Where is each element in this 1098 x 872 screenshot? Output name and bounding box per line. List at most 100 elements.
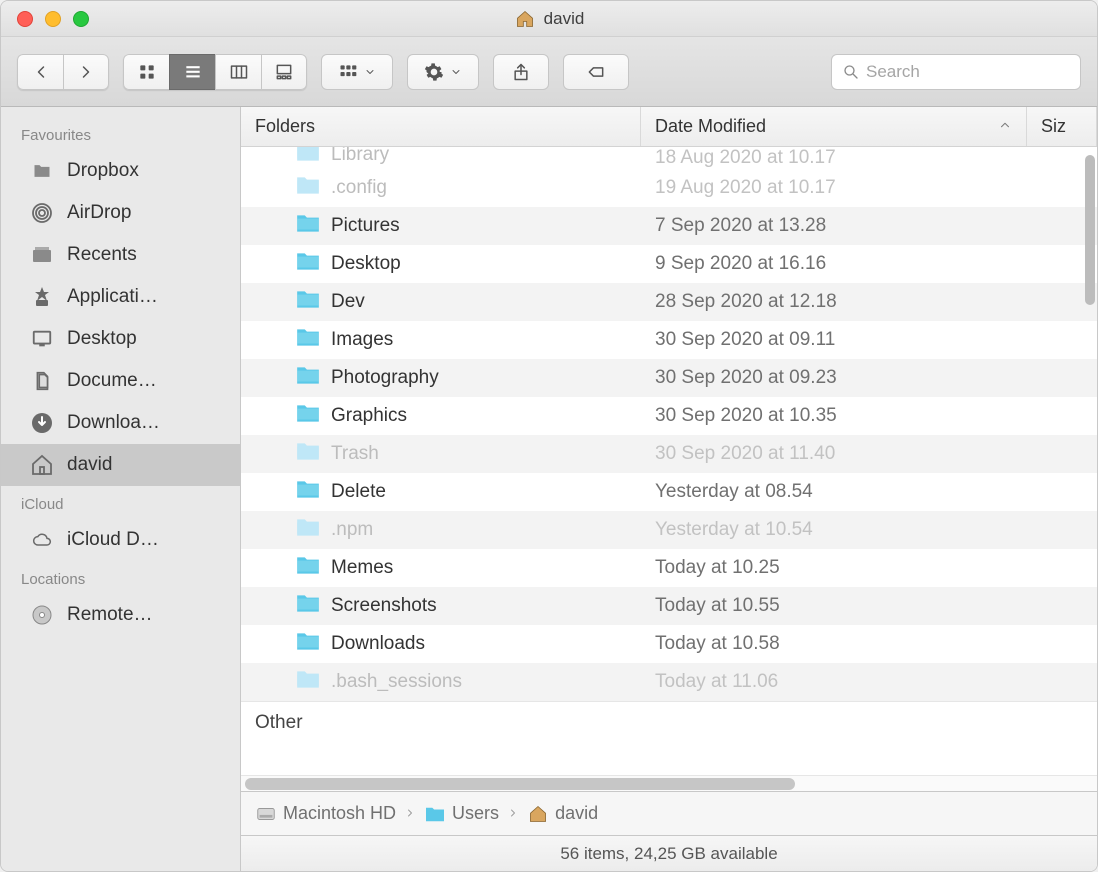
sidebar-item-dropbox[interactable]: Dropbox bbox=[1, 150, 240, 192]
cloud-icon bbox=[29, 527, 55, 553]
tags-button[interactable] bbox=[563, 54, 629, 90]
sidebar-section-label: iCloud bbox=[1, 486, 240, 519]
icon-view-button[interactable] bbox=[123, 54, 169, 90]
column-header-folders[interactable]: Folders bbox=[241, 107, 641, 146]
file-row[interactable]: .config19 Aug 2020 at 10.17 bbox=[241, 169, 1097, 207]
home-icon bbox=[29, 452, 55, 478]
file-name: Photography bbox=[331, 367, 439, 389]
file-row[interactable]: DeleteYesterday at 08.54 bbox=[241, 473, 1097, 511]
file-name: Memes bbox=[331, 557, 393, 579]
sidebar-item-label: Remote… bbox=[67, 604, 153, 626]
column-header-date-modified[interactable]: Date Modified bbox=[641, 107, 1027, 146]
path-label: Users bbox=[452, 803, 499, 824]
file-row[interactable]: ScreenshotsToday at 10.55 bbox=[241, 587, 1097, 625]
group-header: Other bbox=[241, 701, 1097, 740]
folder-icon bbox=[295, 174, 321, 202]
sidebar-item-label: david bbox=[67, 454, 112, 476]
file-name: Dev bbox=[331, 291, 365, 313]
sidebar-item-david[interactable]: david bbox=[1, 444, 240, 486]
sidebar-section-label: Favourites bbox=[1, 117, 240, 150]
file-row[interactable]: Trash30 Sep 2020 at 11.40 bbox=[241, 435, 1097, 473]
file-date: Today at 10.55 bbox=[641, 595, 1097, 617]
main-content: Folders Date Modified Siz Library18 Aug … bbox=[241, 107, 1097, 871]
column-header-label: Date Modified bbox=[655, 116, 766, 137]
file-row[interactable]: Graphics30 Sep 2020 at 10.35 bbox=[241, 397, 1097, 435]
sort-ascending-icon bbox=[998, 116, 1012, 137]
path-bar: Macintosh HD Users david bbox=[241, 791, 1097, 835]
file-row[interactable]: Desktop9 Sep 2020 at 16.16 bbox=[241, 245, 1097, 283]
file-name: .npm bbox=[331, 519, 373, 541]
sidebar-item-downloa[interactable]: Downloa… bbox=[1, 402, 240, 444]
search-input[interactable] bbox=[866, 62, 1070, 82]
file-date: Today at 11.06 bbox=[641, 671, 1097, 693]
desktop-icon bbox=[29, 326, 55, 352]
back-button[interactable] bbox=[17, 54, 63, 90]
column-view-button[interactable] bbox=[215, 54, 261, 90]
sidebar-item-docume[interactable]: Docume… bbox=[1, 360, 240, 402]
file-row[interactable]: .bash_sessionsToday at 11.06 bbox=[241, 663, 1097, 701]
file-name: Delete bbox=[331, 481, 386, 503]
group-by-button[interactable] bbox=[321, 54, 393, 90]
file-row[interactable]: .npm Yesterday at 10.54 bbox=[241, 511, 1097, 549]
path-segment[interactable]: Macintosh HD bbox=[255, 803, 396, 825]
horizontal-scrollbar-track[interactable] bbox=[241, 775, 1097, 791]
sidebar-item-applicati[interactable]: Applicati… bbox=[1, 276, 240, 318]
file-date: Today at 10.25 bbox=[641, 557, 1097, 579]
file-row[interactable]: Dev 28 Sep 2020 at 12.18 bbox=[241, 283, 1097, 321]
file-row[interactable]: Memes Today at 10.25 bbox=[241, 549, 1097, 587]
file-list[interactable]: Library18 Aug 2020 at 10.17.config19 Aug… bbox=[241, 147, 1097, 775]
folder-icon bbox=[295, 250, 321, 278]
recents-icon bbox=[29, 242, 55, 268]
status-text: 56 items, 24,25 GB available bbox=[560, 844, 777, 864]
file-row[interactable]: Pictures 7 Sep 2020 at 13.28 bbox=[241, 207, 1097, 245]
folder-icon bbox=[295, 364, 321, 392]
path-segment[interactable]: Users bbox=[424, 803, 499, 825]
action-menu-button[interactable] bbox=[407, 54, 479, 90]
column-header-size[interactable]: Siz bbox=[1027, 107, 1097, 146]
file-row[interactable]: Library18 Aug 2020 at 10.17 bbox=[241, 147, 1097, 169]
sidebar-item-remote[interactable]: Remote… bbox=[1, 594, 240, 636]
gallery-view-button[interactable] bbox=[261, 54, 307, 90]
horizontal-scrollbar-thumb[interactable] bbox=[245, 778, 795, 790]
file-row[interactable]: Photography30 Sep 2020 at 09.23 bbox=[241, 359, 1097, 397]
disc-icon bbox=[29, 602, 55, 628]
folder-icon bbox=[29, 158, 55, 184]
sidebar-item-desktop[interactable]: Desktop bbox=[1, 318, 240, 360]
list-view-button[interactable] bbox=[169, 54, 215, 90]
sidebar-item-icloudd[interactable]: iCloud D… bbox=[1, 519, 240, 561]
file-date: Today at 10.58 bbox=[641, 633, 1097, 655]
folder-icon bbox=[295, 592, 321, 620]
fullscreen-window-button[interactable] bbox=[73, 11, 89, 27]
file-row[interactable]: Images30 Sep 2020 at 09.11 bbox=[241, 321, 1097, 359]
folder-icon bbox=[295, 402, 321, 430]
search-icon bbox=[842, 63, 860, 81]
search-field[interactable] bbox=[831, 54, 1081, 90]
close-window-button[interactable] bbox=[17, 11, 33, 27]
file-name: Trash bbox=[331, 443, 379, 465]
column-header-label: Folders bbox=[255, 116, 315, 137]
folder-icon bbox=[295, 554, 321, 582]
forward-button[interactable] bbox=[63, 54, 109, 90]
file-date: 28 Sep 2020 at 12.18 bbox=[641, 291, 1097, 313]
airdrop-icon bbox=[29, 200, 55, 226]
sidebar-item-label: Downloa… bbox=[67, 412, 160, 434]
file-name: Pictures bbox=[331, 215, 400, 237]
file-row[interactable]: DownloadsToday at 10.58 bbox=[241, 625, 1097, 663]
disk-icon bbox=[255, 803, 277, 825]
share-button[interactable] bbox=[493, 54, 549, 90]
folder-icon bbox=[295, 326, 321, 354]
minimize-window-button[interactable] bbox=[45, 11, 61, 27]
file-date: 18 Aug 2020 at 10.17 bbox=[641, 147, 1097, 169]
sidebar-item-airdrop[interactable]: AirDrop bbox=[1, 192, 240, 234]
sidebar-item-recents[interactable]: Recents bbox=[1, 234, 240, 276]
file-date: 7 Sep 2020 at 13.28 bbox=[641, 215, 1097, 237]
file-name: .config bbox=[331, 177, 387, 199]
vertical-scrollbar[interactable] bbox=[1085, 155, 1095, 305]
path-segment[interactable]: david bbox=[527, 803, 598, 825]
folder-icon bbox=[295, 147, 321, 169]
home-icon bbox=[514, 8, 536, 30]
sidebar: FavouritesDropboxAirDropRecents Applicati… bbox=[1, 107, 241, 871]
file-date: Yesterday at 10.54 bbox=[641, 519, 1097, 541]
column-header-label: Siz bbox=[1041, 116, 1066, 137]
sidebar-item-label: Applicati… bbox=[67, 286, 158, 308]
